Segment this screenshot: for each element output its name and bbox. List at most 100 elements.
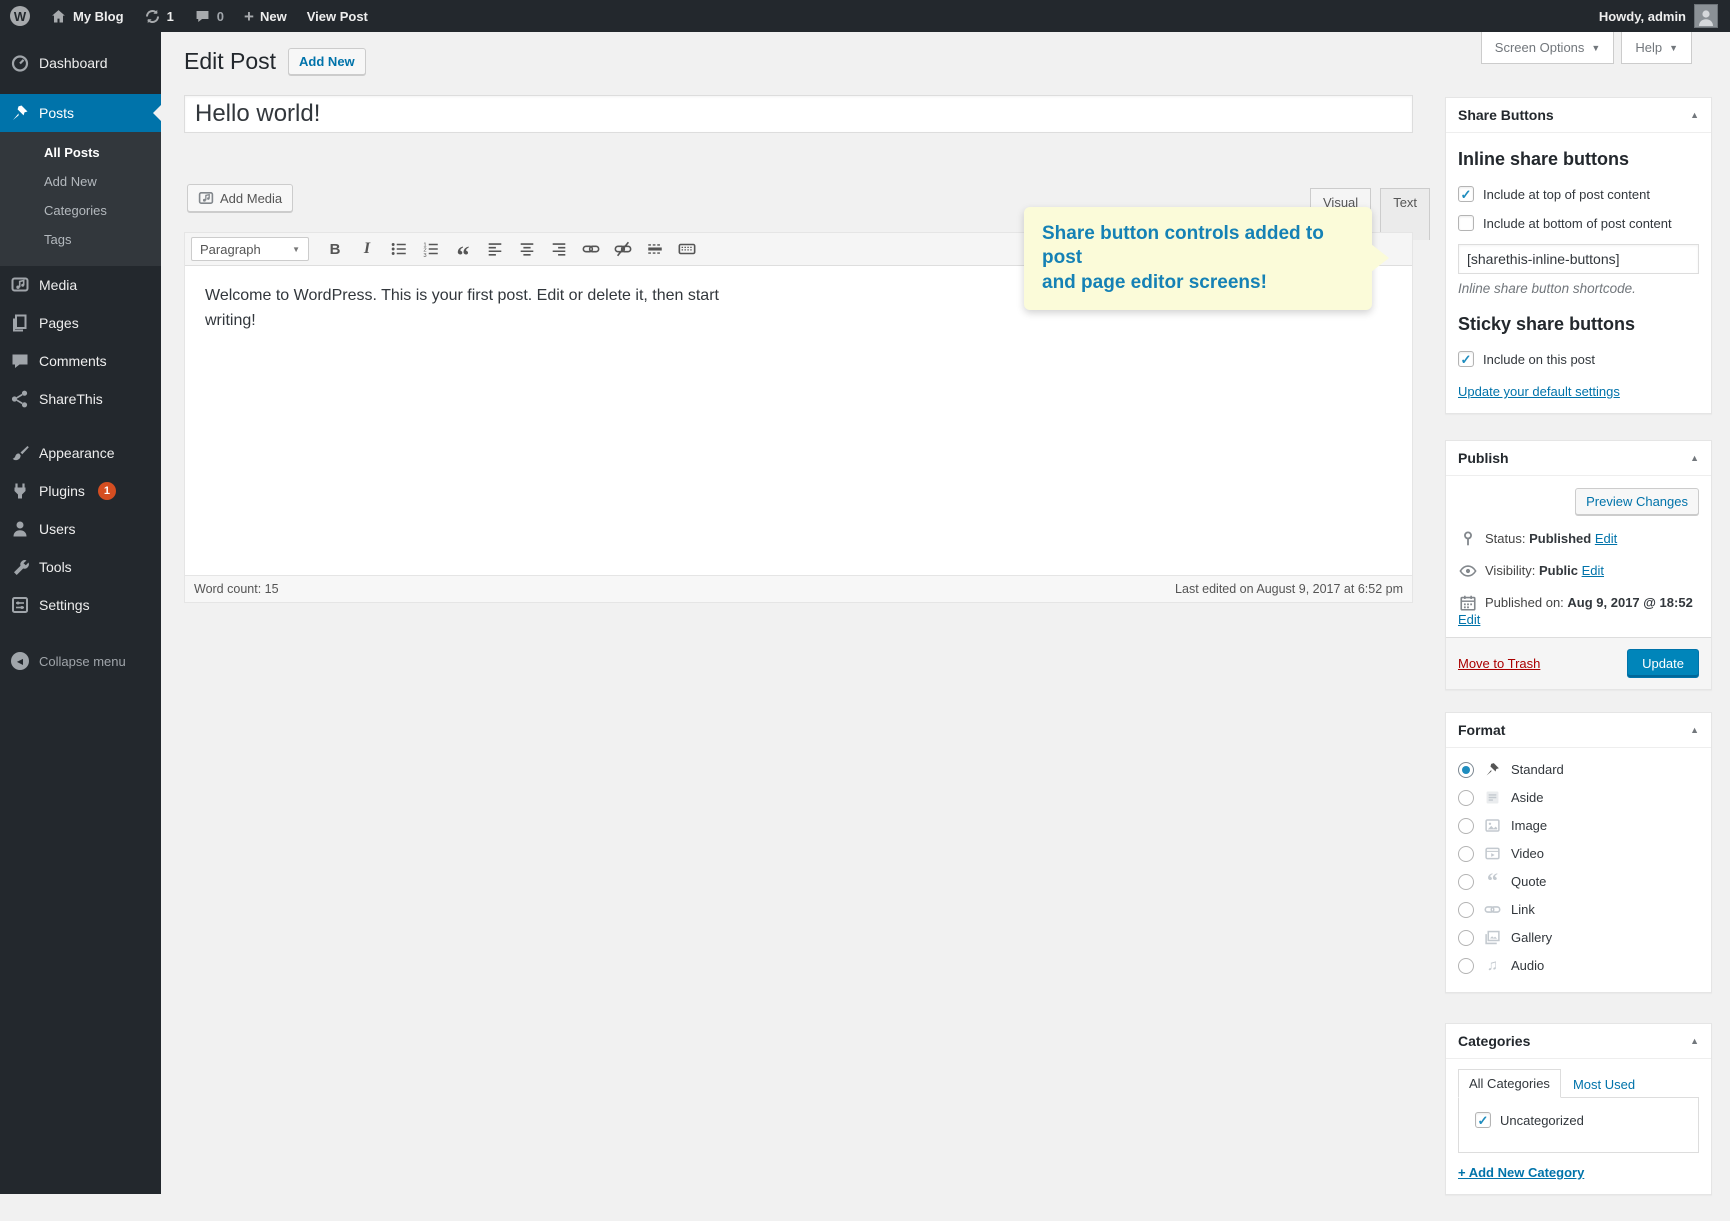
radio-unselected[interactable] bbox=[1458, 930, 1474, 946]
align-center-button[interactable] bbox=[513, 236, 541, 262]
tab-all-categories[interactable]: All Categories bbox=[1458, 1069, 1561, 1098]
screen-options-button[interactable]: Screen Options ▼ bbox=[1481, 32, 1615, 64]
view-post-menu[interactable]: View Post bbox=[297, 0, 378, 32]
collapse-toggle-icon[interactable]: ▲ bbox=[1690, 1036, 1699, 1046]
sidebar-item-pages[interactable]: Pages bbox=[0, 304, 161, 342]
audio-icon: ♫ bbox=[1484, 957, 1501, 974]
format-option-image[interactable]: Image bbox=[1458, 817, 1699, 834]
sidebar-item-comments[interactable]: Comments bbox=[0, 342, 161, 380]
chevron-down-icon: ▼ bbox=[1669, 43, 1678, 53]
sidebar-item-appearance[interactable]: Appearance bbox=[0, 434, 161, 472]
remove-link-button[interactable] bbox=[609, 236, 637, 262]
paragraph-format-dropdown[interactable]: Paragraph ▼ bbox=[191, 237, 309, 261]
new-content-menu[interactable]: + New bbox=[234, 0, 297, 32]
collapse-toggle-icon[interactable]: ▲ bbox=[1690, 110, 1699, 120]
publish-header[interactable]: Publish ▲ bbox=[1446, 441, 1711, 476]
checkbox-unchecked[interactable]: ✓ bbox=[1458, 215, 1474, 231]
edit-published-link[interactable]: Edit bbox=[1458, 612, 1480, 627]
categories-metabox: Categories ▲ All Categories Most Used ✓ … bbox=[1445, 1023, 1712, 1195]
include-on-post-checkbox-row[interactable]: ✓ Include on this post bbox=[1458, 351, 1699, 367]
blockquote-button[interactable]: “ bbox=[449, 236, 477, 262]
category-checkbox-row[interactable]: ✓ Uncategorized bbox=[1475, 1112, 1688, 1128]
insert-link-button[interactable] bbox=[577, 236, 605, 262]
format-option-gallery[interactable]: Gallery bbox=[1458, 929, 1699, 946]
sidebar-item-categories[interactable]: Categories bbox=[0, 196, 161, 225]
include-bottom-checkbox-row[interactable]: ✓ Include at bottom of post content bbox=[1458, 215, 1699, 231]
checkbox-checked[interactable]: ✓ bbox=[1458, 351, 1474, 367]
preview-changes-button[interactable]: Preview Changes bbox=[1575, 488, 1699, 515]
format-option-quote[interactable]: “ Quote bbox=[1458, 873, 1699, 890]
sidebar-item-label: Posts bbox=[39, 105, 74, 121]
edit-status-link[interactable]: Edit bbox=[1595, 531, 1617, 546]
radio-selected[interactable] bbox=[1458, 762, 1474, 778]
share-buttons-metabox: Share Buttons ▲ Inline share buttons ✓ I… bbox=[1445, 97, 1712, 414]
add-media-button[interactable]: Add Media bbox=[187, 184, 293, 212]
post-title-input[interactable] bbox=[184, 95, 1413, 133]
update-default-settings-link[interactable]: Update your default settings bbox=[1458, 384, 1620, 399]
my-account-menu[interactable]: Howdy, admin bbox=[1595, 0, 1722, 32]
toolbar-toggle-button[interactable] bbox=[673, 236, 701, 262]
share-buttons-header[interactable]: Share Buttons ▲ bbox=[1446, 98, 1711, 133]
brush-icon bbox=[10, 443, 30, 463]
comments-menu[interactable]: 0 bbox=[184, 0, 234, 32]
home-icon bbox=[50, 8, 67, 25]
sidebar-item-posts[interactable]: Posts bbox=[0, 94, 161, 132]
checkbox-label: Include on this post bbox=[1483, 352, 1595, 367]
edit-visibility-link[interactable]: Edit bbox=[1582, 563, 1604, 578]
categories-header[interactable]: Categories ▲ bbox=[1446, 1024, 1711, 1059]
numbered-list-button[interactable]: 123 bbox=[417, 236, 445, 262]
sidebar-item-users[interactable]: Users bbox=[0, 510, 161, 548]
move-to-trash-link[interactable]: Move to Trash bbox=[1458, 656, 1540, 671]
align-right-button[interactable] bbox=[545, 236, 573, 262]
format-option-standard[interactable]: Standard bbox=[1458, 761, 1699, 778]
collapse-toggle-icon[interactable]: ▲ bbox=[1690, 725, 1699, 735]
sidebar-item-plugins[interactable]: Plugins 1 bbox=[0, 472, 161, 510]
sidebar-item-all-posts[interactable]: All Posts bbox=[0, 138, 161, 167]
visibility-row: Visibility: Public Edit bbox=[1458, 563, 1699, 578]
add-new-category-link[interactable]: + Add New Category bbox=[1458, 1165, 1584, 1180]
radio-unselected[interactable] bbox=[1458, 790, 1474, 806]
format-option-link[interactable]: Link bbox=[1458, 901, 1699, 918]
comments-icon bbox=[10, 351, 30, 371]
radio-unselected[interactable] bbox=[1458, 818, 1474, 834]
read-more-tag-button[interactable] bbox=[641, 236, 669, 262]
editor-content[interactable]: Welcome to WordPress. This is your first… bbox=[185, 266, 1412, 575]
radio-unselected[interactable] bbox=[1458, 902, 1474, 918]
italic-button[interactable]: I bbox=[353, 236, 381, 262]
sidebar-item-tags[interactable]: Tags bbox=[0, 225, 161, 254]
include-top-checkbox-row[interactable]: ✓ Include at top of post content bbox=[1458, 186, 1699, 202]
checkbox-checked[interactable]: ✓ bbox=[1475, 1112, 1491, 1128]
help-button[interactable]: Help ▼ bbox=[1621, 32, 1692, 64]
collapse-menu-button[interactable]: ◀ Collapse menu bbox=[0, 642, 161, 680]
sidebar-item-label: ShareThis bbox=[39, 391, 103, 407]
sidebar-item-settings[interactable]: Settings bbox=[0, 586, 161, 624]
sidebar-item-label: Pages bbox=[39, 315, 79, 331]
publish-metabox: Publish ▲ Preview Changes Status: Publis… bbox=[1445, 440, 1712, 690]
sidebar-item-dashboard[interactable]: Dashboard bbox=[0, 44, 161, 82]
metabox-title: Format bbox=[1458, 722, 1505, 738]
sidebar-item-tools[interactable]: Tools bbox=[0, 548, 161, 586]
update-button[interactable]: Update bbox=[1627, 649, 1699, 678]
format-option-video[interactable]: Video bbox=[1458, 845, 1699, 862]
radio-unselected[interactable] bbox=[1458, 874, 1474, 890]
sidebar-item-media[interactable]: Media bbox=[0, 266, 161, 304]
format-option-audio[interactable]: ♫ Audio bbox=[1458, 957, 1699, 974]
bulleted-list-button[interactable] bbox=[385, 236, 413, 262]
sidebar-item-sharethis[interactable]: ShareThis bbox=[0, 380, 161, 418]
format-label: Audio bbox=[1511, 958, 1544, 973]
wordpress-logo-menu[interactable]: W bbox=[0, 0, 40, 32]
format-option-aside[interactable]: Aside bbox=[1458, 789, 1699, 806]
shortcode-input[interactable] bbox=[1458, 244, 1699, 274]
add-new-button[interactable]: Add New bbox=[288, 48, 366, 75]
updates-menu[interactable]: 1 bbox=[134, 0, 184, 32]
site-name-menu[interactable]: My Blog bbox=[40, 0, 134, 32]
radio-unselected[interactable] bbox=[1458, 958, 1474, 974]
align-left-button[interactable] bbox=[481, 236, 509, 262]
tab-most-used[interactable]: Most Used bbox=[1561, 1071, 1647, 1098]
format-header[interactable]: Format ▲ bbox=[1446, 713, 1711, 748]
radio-unselected[interactable] bbox=[1458, 846, 1474, 862]
collapse-toggle-icon[interactable]: ▲ bbox=[1690, 453, 1699, 463]
bold-button[interactable]: B bbox=[321, 236, 349, 262]
sidebar-item-add-new[interactable]: Add New bbox=[0, 167, 161, 196]
checkbox-checked[interactable]: ✓ bbox=[1458, 186, 1474, 202]
